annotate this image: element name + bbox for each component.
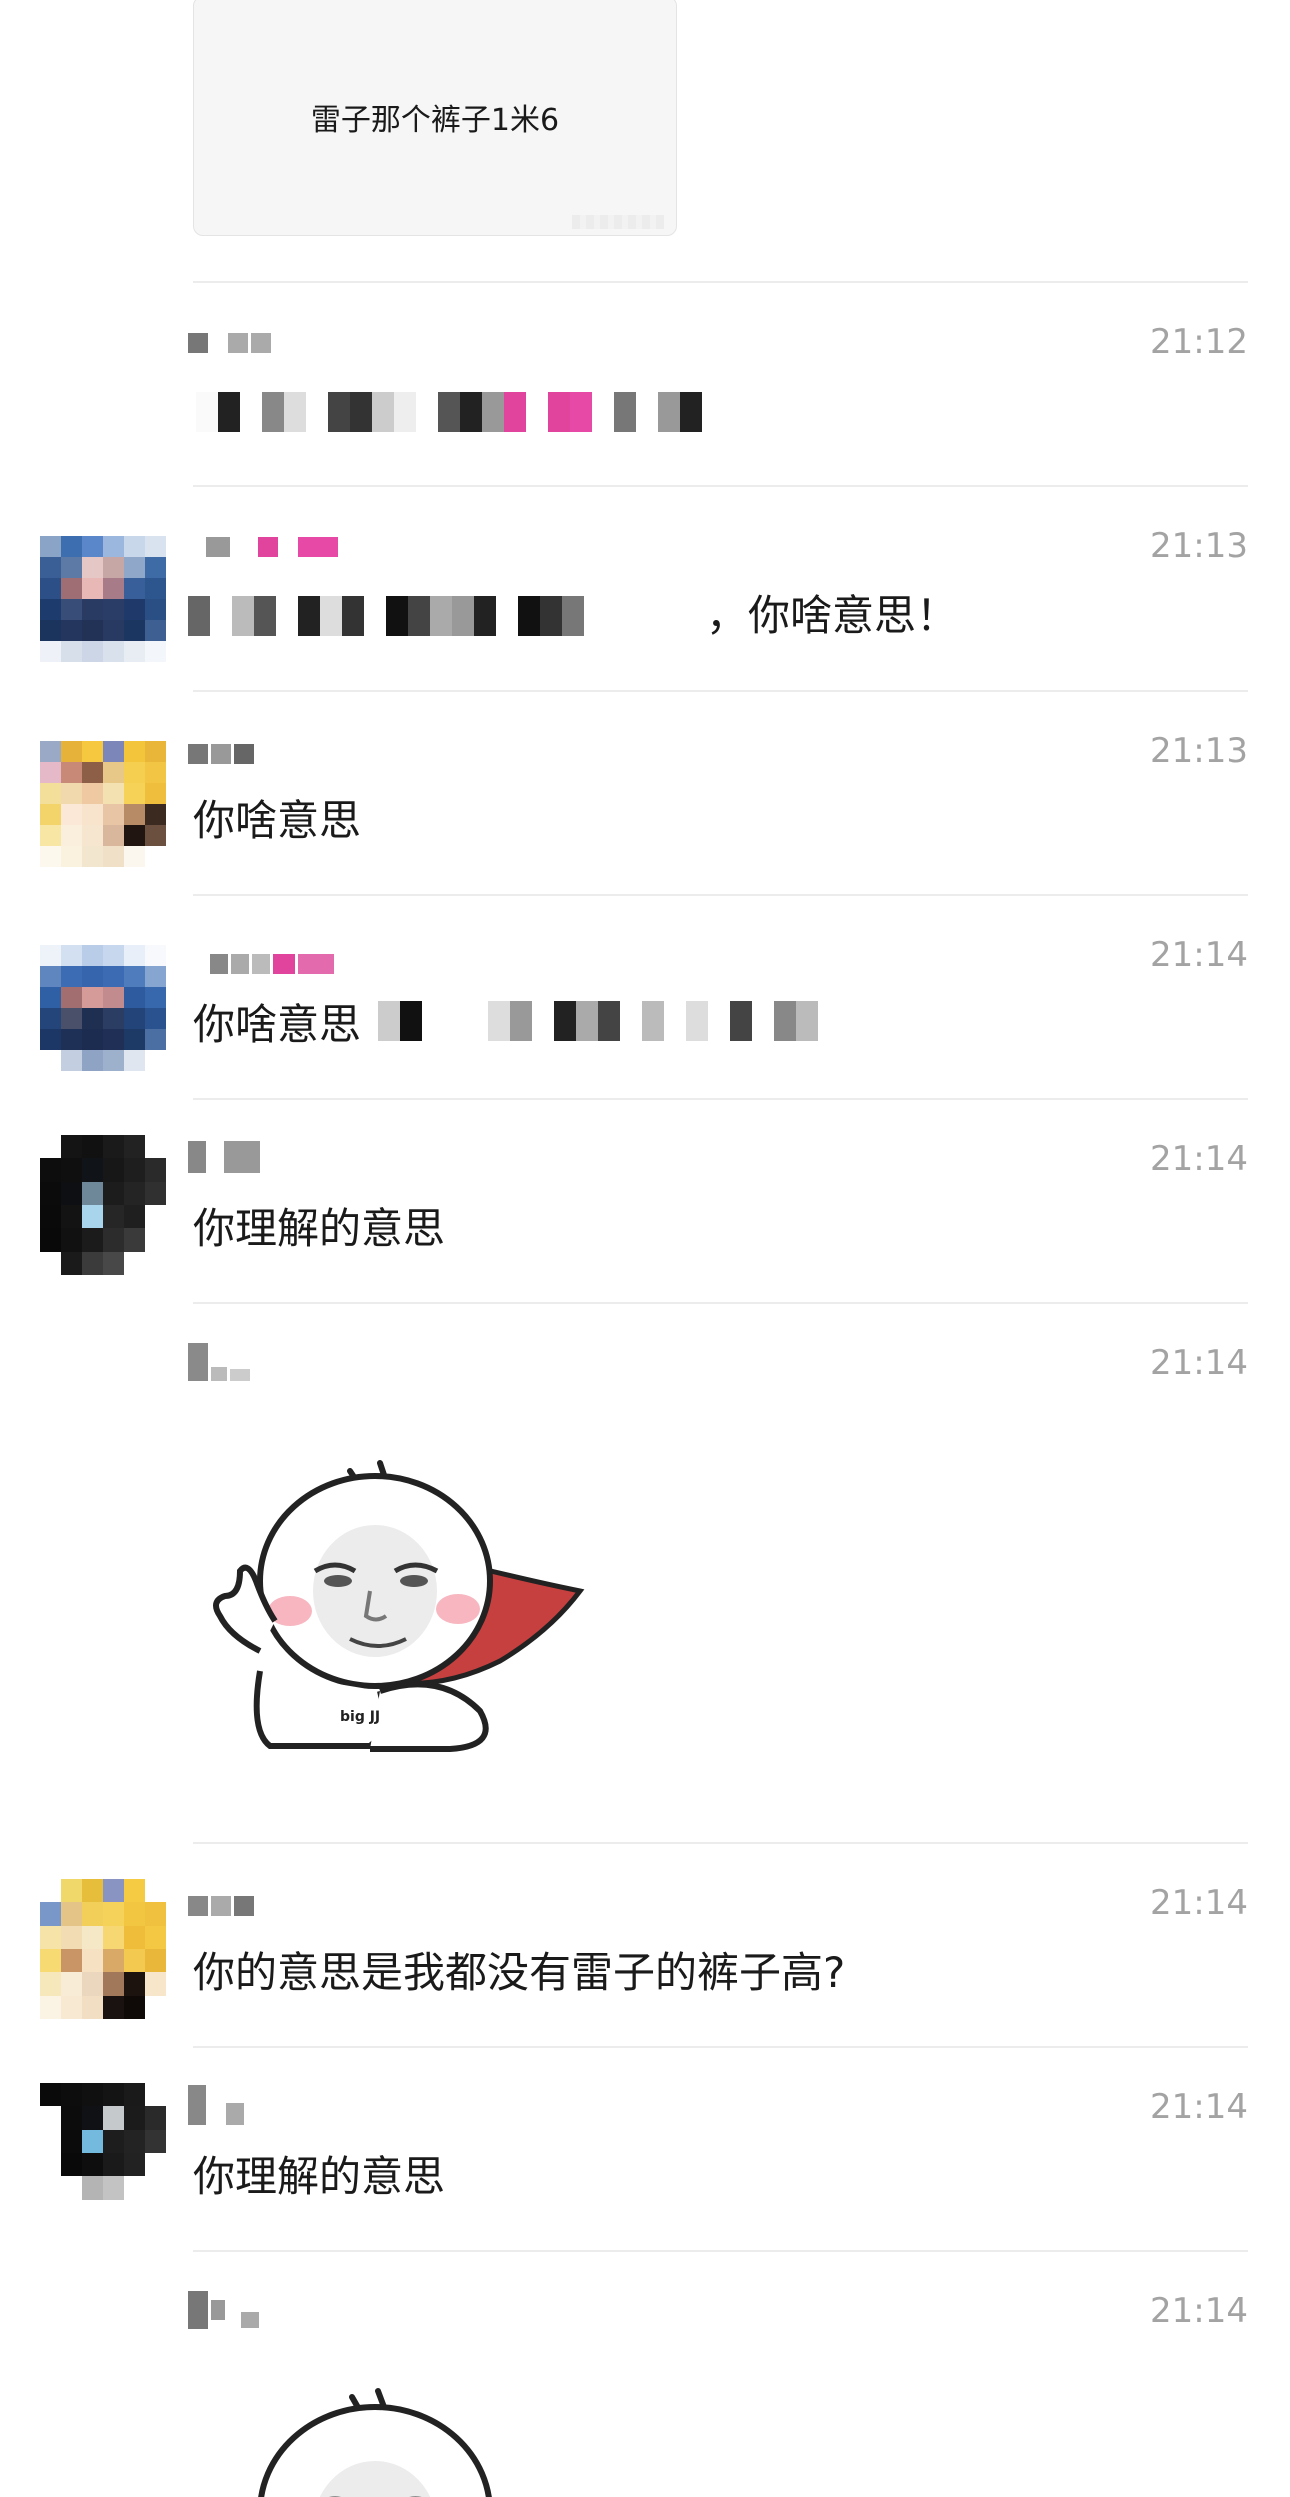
message-time: 21:14 (1150, 2087, 1248, 2127)
sender-name-redacted (188, 743, 254, 765)
message-time: 21:13 (1150, 526, 1248, 566)
message-time: 21:12 (1150, 322, 1248, 362)
message-text: ，你啥意思！ (706, 591, 959, 640)
divider (193, 1842, 1248, 1844)
sender-name-redacted (188, 2085, 244, 2125)
message-text: 你理解的意思 (193, 2152, 446, 2201)
redacted-text (196, 390, 702, 434)
message-text: 你的意思是我都没有雷子的裤子高? (193, 1948, 846, 1997)
message-time: 21:14 (1150, 1139, 1248, 1179)
sender-name-redacted (188, 332, 271, 354)
sticker-caption: big JJ (340, 1709, 380, 1725)
divider (193, 690, 1248, 692)
avatar[interactable] (40, 741, 166, 867)
message-time: 21:14 (1150, 1883, 1248, 1923)
divider (193, 281, 1248, 283)
avatar[interactable] (40, 2083, 166, 2223)
message-time: 21:14 (1150, 935, 1248, 975)
meme-baby-face-sticker-icon[interactable]: big JJ (200, 1431, 590, 1771)
divider (193, 1302, 1248, 1304)
divider (193, 2250, 1248, 2252)
meme-baby-face-sticker-icon[interactable] (200, 2387, 590, 2497)
redacted-text (378, 999, 818, 1043)
sender-name-redacted (210, 953, 334, 975)
quoted-image-text: 雷子那个裤子1米6 (310, 103, 560, 138)
avatar[interactable] (40, 945, 166, 1071)
message-text: 你理解的意思 (193, 1204, 446, 1253)
message-time: 21:14 (1150, 1343, 1248, 1383)
sender-name-redacted (206, 536, 338, 558)
message-text: 你啥意思 (193, 1000, 362, 1049)
divider (193, 485, 1248, 487)
sender-name-redacted (188, 1895, 254, 1917)
divider (193, 894, 1248, 896)
divider (193, 1098, 1248, 1100)
sender-name-redacted (188, 1141, 260, 1173)
message-time: 21:14 (1150, 2291, 1248, 2331)
avatar[interactable] (40, 536, 166, 662)
redacted-text (188, 594, 584, 638)
avatar[interactable] (40, 1135, 166, 1275)
avatar[interactable] (40, 1879, 166, 2019)
message-text: 你啥意思 (193, 796, 362, 845)
divider (193, 2046, 1248, 2048)
quoted-image-card[interactable]: 雷子那个裤子1米6 (193, 0, 677, 236)
watermark (572, 215, 664, 229)
message-time: 21:13 (1150, 731, 1248, 771)
sender-name-redacted (188, 2291, 259, 2329)
sender-name-redacted (188, 1343, 250, 1381)
